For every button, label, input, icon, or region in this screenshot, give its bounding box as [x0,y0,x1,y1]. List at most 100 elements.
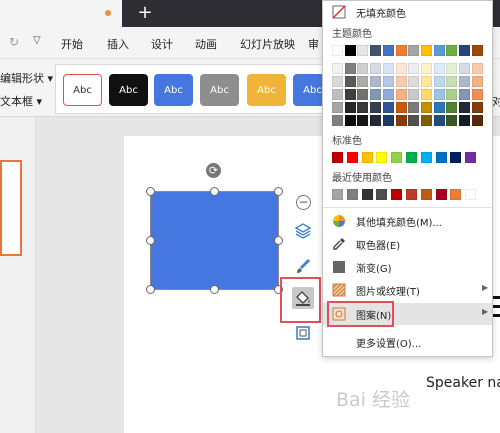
theme-shade-swatch[interactable] [382,102,394,113]
eyedropper-option[interactable]: 取色器(E) [323,233,492,255]
theme-shade-swatch[interactable] [446,115,458,126]
text-box-button[interactable]: 文本框 ▾ [0,93,42,109]
theme-shade-swatch[interactable] [459,76,470,87]
theme-shade-swatch[interactable] [370,76,382,87]
theme-shade-swatch[interactable] [370,102,382,113]
theme-color-swatch[interactable] [395,45,407,56]
theme-shade-swatch[interactable] [433,63,445,74]
theme-shade-swatch[interactable] [420,115,432,126]
resize-handle-bottom[interactable] [210,285,219,294]
theme-shade-swatch[interactable] [471,76,483,87]
theme-shade-swatch[interactable] [471,115,483,126]
theme-shade-swatch[interactable] [344,89,356,100]
recent-color-swatch[interactable] [465,189,477,200]
theme-shade-swatch[interactable] [344,76,356,87]
standard-color-swatch[interactable] [406,152,417,163]
theme-shade-swatch[interactable] [382,89,394,100]
resize-handle-top-left[interactable] [146,187,155,196]
rotate-handle-icon[interactable]: ⟳ [206,163,221,178]
standard-color-swatch[interactable] [465,152,477,163]
theme-shade-swatch[interactable] [459,102,470,113]
theme-shade-swatch[interactable] [370,63,382,74]
standard-color-swatch[interactable] [332,152,343,163]
recent-color-swatch[interactable] [435,189,447,200]
theme-shade-swatch[interactable] [433,115,445,126]
resize-handle-left[interactable] [146,236,155,245]
shape-style-2[interactable]: Abc [109,74,148,106]
theme-shade-swatch[interactable] [332,76,343,87]
theme-shade-swatch[interactable] [420,89,432,100]
recent-color-swatch[interactable] [420,189,432,200]
standard-color-swatch[interactable] [376,152,388,163]
resize-handle-bottom-left[interactable] [146,285,155,294]
theme-shade-swatch[interactable] [420,102,432,113]
redo-icon[interactable]: ↻ [9,35,19,49]
theme-shade-swatch[interactable] [459,89,470,100]
theme-shade-swatch[interactable] [408,102,420,113]
theme-shade-swatch[interactable] [433,76,445,87]
resize-handle-right[interactable] [274,236,283,245]
theme-color-swatch[interactable] [408,45,420,56]
theme-shade-swatch[interactable] [344,63,356,74]
theme-shade-swatch[interactable] [395,89,407,100]
theme-shade-swatch[interactable] [395,76,407,87]
standard-color-swatch[interactable] [346,152,358,163]
theme-shade-swatch[interactable] [357,63,369,74]
recent-color-swatch[interactable] [450,189,462,200]
theme-shade-swatch[interactable] [420,63,432,74]
theme-shade-swatch[interactable] [408,63,420,74]
new-tab-button[interactable]: + [136,2,154,24]
theme-shade-swatch[interactable] [408,76,420,87]
menu-tab-slideshow[interactable]: 幻灯片放映 [240,36,295,52]
theme-color-swatch[interactable] [420,45,432,56]
more-settings-option[interactable]: 更多设置(O)... [323,331,492,353]
standard-color-swatch[interactable] [361,152,373,163]
theme-shade-swatch[interactable] [395,115,407,126]
theme-shade-swatch[interactable] [459,115,470,126]
theme-shade-swatch[interactable] [332,89,343,100]
theme-color-swatch[interactable] [344,45,356,56]
theme-shade-swatch[interactable] [344,102,356,113]
theme-shade-swatch[interactable] [332,115,343,126]
theme-shade-swatch[interactable] [471,89,483,100]
resize-handle-top-right[interactable] [274,187,283,196]
theme-shade-swatch[interactable] [446,63,458,74]
theme-color-swatch[interactable] [370,45,382,56]
theme-shade-swatch[interactable] [446,76,458,87]
theme-color-swatch[interactable] [357,45,369,56]
collapse-icon[interactable]: − [296,195,311,210]
standard-color-swatch[interactable] [391,152,403,163]
theme-shade-swatch[interactable] [433,89,445,100]
recent-color-swatch[interactable] [376,189,388,200]
theme-color-swatch[interactable] [471,45,483,56]
edit-shape-button[interactable]: 编辑形状 ▾ [0,70,53,86]
theme-shade-swatch[interactable] [395,102,407,113]
slide-thumbnail[interactable] [0,160,22,256]
theme-color-swatch[interactable] [382,45,394,56]
recent-color-swatch[interactable] [346,189,358,200]
theme-shade-swatch[interactable] [395,63,407,74]
theme-shade-swatch[interactable] [357,115,369,126]
menu-tab-review[interactable]: 审 [308,36,319,52]
gradient-option[interactable]: 渐变(G) [323,256,492,278]
menu-tab-animation[interactable]: 动画 [195,36,217,52]
theme-shade-swatch[interactable] [344,115,356,126]
resize-handle-top[interactable] [210,187,219,196]
theme-shade-swatch[interactable] [382,115,394,126]
quick-access-dropdown-icon[interactable]: ▽ [33,35,41,46]
theme-shade-swatch[interactable] [332,102,343,113]
picture-texture-option[interactable]: 图片或纹理(T) ▶ [323,279,492,301]
theme-shade-swatch[interactable] [370,115,382,126]
theme-shade-swatch[interactable] [382,63,394,74]
recent-color-swatch[interactable] [391,189,403,200]
theme-color-swatch[interactable] [459,45,470,56]
theme-shade-swatch[interactable] [408,89,420,100]
theme-color-swatch[interactable] [433,45,445,56]
standard-color-swatch[interactable] [435,152,447,163]
brush-icon[interactable] [292,255,314,277]
recent-color-swatch[interactable] [332,189,343,200]
theme-shade-swatch[interactable] [459,63,470,74]
layers-icon[interactable] [292,220,314,242]
shape-style-3[interactable]: Abc [154,74,193,106]
document-tab[interactable] [0,0,122,27]
